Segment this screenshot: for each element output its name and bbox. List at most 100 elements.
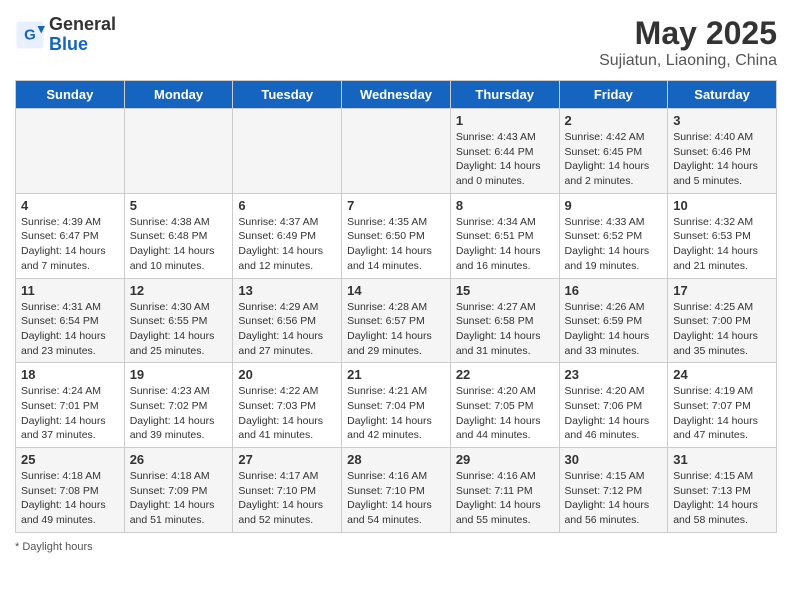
calendar-cell xyxy=(233,109,342,194)
calendar-cell: 24 Sunrise: 4:19 AM Sunset: 7:07 PM Dayli… xyxy=(668,363,777,448)
logo-general: General xyxy=(49,14,116,34)
calendar-cell xyxy=(124,109,233,194)
calendar-cell: 3 Sunrise: 4:40 AM Sunset: 6:46 PM Daylig… xyxy=(668,109,777,194)
day-number: 25 xyxy=(21,452,119,467)
day-info: Sunrise: 4:18 AM Sunset: 7:09 PM Dayligh… xyxy=(130,469,228,528)
page-header: G General Blue May 2025 Sujiatun, Liaoni… xyxy=(15,15,777,70)
title-block: May 2025 Sujiatun, Liaoning, China xyxy=(599,15,777,70)
day-info: Sunrise: 4:18 AM Sunset: 7:08 PM Dayligh… xyxy=(21,469,119,528)
day-info: Sunrise: 4:34 AM Sunset: 6:51 PM Dayligh… xyxy=(456,215,554,274)
calendar-cell: 6 Sunrise: 4:37 AM Sunset: 6:49 PM Daylig… xyxy=(233,193,342,278)
calendar-cell: 18 Sunrise: 4:24 AM Sunset: 7:01 PM Dayli… xyxy=(16,363,125,448)
calendar-cell: 15 Sunrise: 4:27 AM Sunset: 6:58 PM Dayli… xyxy=(450,278,559,363)
day-info: Sunrise: 4:43 AM Sunset: 6:44 PM Dayligh… xyxy=(456,130,554,189)
calendar-cell: 12Sunrise: 4:30 AM Sunset: 6:55 PM Dayli… xyxy=(124,278,233,363)
footer-note: * Daylight hours xyxy=(15,541,777,553)
day-info: Sunrise: 4:39 AM Sunset: 6:47 PM Dayligh… xyxy=(21,215,119,274)
day-info: Sunrise: 4:32 AM Sunset: 6:53 PM Dayligh… xyxy=(673,215,771,274)
calendar-cell: 26 Sunrise: 4:18 AM Sunset: 7:09 PM Dayli… xyxy=(124,448,233,533)
day-header-monday: Monday xyxy=(124,81,233,109)
day-info: Sunrise: 4:28 AM Sunset: 6:57 PM Dayligh… xyxy=(347,300,445,359)
day-number: 27 xyxy=(238,452,336,467)
calendar-cell: 9Sunrise: 4:33 AM Sunset: 6:52 PM Daylig… xyxy=(559,193,668,278)
calendar-cell: 20Sunrise: 4:22 AM Sunset: 7:03 PM Dayli… xyxy=(233,363,342,448)
footer-note-text: Daylight hours xyxy=(22,541,92,553)
calendar-week-row: 18 Sunrise: 4:24 AM Sunset: 7:01 PM Dayli… xyxy=(16,363,777,448)
day-number: 16 xyxy=(565,283,663,298)
day-info: Sunrise: 4:40 AM Sunset: 6:46 PM Dayligh… xyxy=(673,130,771,189)
day-info: Sunrise: 4:35 AM Sunset: 6:50 PM Dayligh… xyxy=(347,215,445,274)
day-number: 28 xyxy=(347,452,445,467)
day-number: 19 xyxy=(130,367,228,382)
day-number: 13 xyxy=(238,283,336,298)
day-number: 6 xyxy=(238,198,336,213)
day-number: 1 xyxy=(456,113,554,128)
day-number: 24 xyxy=(673,367,771,382)
calendar-cell: 7 Sunrise: 4:35 AM Sunset: 6:50 PM Daylig… xyxy=(342,193,451,278)
calendar-cell: 21 Sunrise: 4:21 AM Sunset: 7:04 PM Dayli… xyxy=(342,363,451,448)
subtitle: Sujiatun, Liaoning, China xyxy=(599,52,777,70)
calendar-cell: 17Sunrise: 4:25 AM Sunset: 7:00 PM Dayli… xyxy=(668,278,777,363)
calendar-cell: 25 Sunrise: 4:18 AM Sunset: 7:08 PM Dayli… xyxy=(16,448,125,533)
calendar-week-row: 11Sunrise: 4:31 AM Sunset: 6:54 PM Dayli… xyxy=(16,278,777,363)
day-header-sunday: Sunday xyxy=(16,81,125,109)
calendar-week-row: 25 Sunrise: 4:18 AM Sunset: 7:08 PM Dayli… xyxy=(16,448,777,533)
day-header-wednesday: Wednesday xyxy=(342,81,451,109)
day-info: Sunrise: 4:24 AM Sunset: 7:01 PM Dayligh… xyxy=(21,384,119,443)
svg-text:G: G xyxy=(24,26,36,43)
calendar-cell: 19 Sunrise: 4:23 AM Sunset: 7:02 PM Dayli… xyxy=(124,363,233,448)
day-number: 7 xyxy=(347,198,445,213)
calendar-cell: 16 Sunrise: 4:26 AM Sunset: 6:59 PM Dayli… xyxy=(559,278,668,363)
day-number: 26 xyxy=(130,452,228,467)
day-number: 29 xyxy=(456,452,554,467)
day-info: Sunrise: 4:16 AM Sunset: 7:10 PM Dayligh… xyxy=(347,469,445,528)
day-number: 17 xyxy=(673,283,771,298)
day-info: Sunrise: 4:27 AM Sunset: 6:58 PM Dayligh… xyxy=(456,300,554,359)
day-info: Sunrise: 4:20 AM Sunset: 7:06 PM Dayligh… xyxy=(565,384,663,443)
calendar-cell: 10Sunrise: 4:32 AM Sunset: 6:53 PM Dayli… xyxy=(668,193,777,278)
day-header-thursday: Thursday xyxy=(450,81,559,109)
calendar-cell: 30 Sunrise: 4:15 AM Sunset: 7:12 PM Dayli… xyxy=(559,448,668,533)
day-header-saturday: Saturday xyxy=(668,81,777,109)
calendar-cell: 14Sunrise: 4:28 AM Sunset: 6:57 PM Dayli… xyxy=(342,278,451,363)
day-info: Sunrise: 4:16 AM Sunset: 7:11 PM Dayligh… xyxy=(456,469,554,528)
day-number: 18 xyxy=(21,367,119,382)
day-info: Sunrise: 4:19 AM Sunset: 7:07 PM Dayligh… xyxy=(673,384,771,443)
day-number: 3 xyxy=(673,113,771,128)
day-info: Sunrise: 4:21 AM Sunset: 7:04 PM Dayligh… xyxy=(347,384,445,443)
calendar-cell: 5Sunrise: 4:38 AM Sunset: 6:48 PM Daylig… xyxy=(124,193,233,278)
day-info: Sunrise: 4:20 AM Sunset: 7:05 PM Dayligh… xyxy=(456,384,554,443)
day-info: Sunrise: 4:37 AM Sunset: 6:49 PM Dayligh… xyxy=(238,215,336,274)
calendar-cell: 1 Sunrise: 4:43 AM Sunset: 6:44 PM Daylig… xyxy=(450,109,559,194)
day-header-tuesday: Tuesday xyxy=(233,81,342,109)
day-number: 30 xyxy=(565,452,663,467)
calendar-cell: 27 Sunrise: 4:17 AM Sunset: 7:10 PM Dayli… xyxy=(233,448,342,533)
logo-icon: G xyxy=(15,20,45,50)
calendar-cell: 8 Sunrise: 4:34 AM Sunset: 6:51 PM Daylig… xyxy=(450,193,559,278)
day-number: 23 xyxy=(565,367,663,382)
day-info: Sunrise: 4:15 AM Sunset: 7:12 PM Dayligh… xyxy=(565,469,663,528)
day-info: Sunrise: 4:15 AM Sunset: 7:13 PM Dayligh… xyxy=(673,469,771,528)
calendar-cell: 4 Sunrise: 4:39 AM Sunset: 6:47 PM Daylig… xyxy=(16,193,125,278)
day-number: 5 xyxy=(130,198,228,213)
main-title: May 2025 xyxy=(599,15,777,52)
day-number: 11 xyxy=(21,283,119,298)
day-info: Sunrise: 4:23 AM Sunset: 7:02 PM Dayligh… xyxy=(130,384,228,443)
calendar-week-row: 1 Sunrise: 4:43 AM Sunset: 6:44 PM Daylig… xyxy=(16,109,777,194)
day-number: 4 xyxy=(21,198,119,213)
day-number: 8 xyxy=(456,198,554,213)
day-number: 2 xyxy=(565,113,663,128)
day-number: 21 xyxy=(347,367,445,382)
logo-blue: Blue xyxy=(49,34,88,54)
calendar-header-row: SundayMondayTuesdayWednesdayThursdayFrid… xyxy=(16,81,777,109)
day-number: 15 xyxy=(456,283,554,298)
day-info: Sunrise: 4:30 AM Sunset: 6:55 PM Dayligh… xyxy=(130,300,228,359)
calendar-cell: 13Sunrise: 4:29 AM Sunset: 6:56 PM Dayli… xyxy=(233,278,342,363)
day-info: Sunrise: 4:26 AM Sunset: 6:59 PM Dayligh… xyxy=(565,300,663,359)
day-number: 20 xyxy=(238,367,336,382)
calendar-cell: 28 Sunrise: 4:16 AM Sunset: 7:10 PM Dayli… xyxy=(342,448,451,533)
calendar-cell: 29 Sunrise: 4:16 AM Sunset: 7:11 PM Dayli… xyxy=(450,448,559,533)
calendar-cell xyxy=(342,109,451,194)
day-info: Sunrise: 4:17 AM Sunset: 7:10 PM Dayligh… xyxy=(238,469,336,528)
logo: G General Blue xyxy=(15,15,116,55)
